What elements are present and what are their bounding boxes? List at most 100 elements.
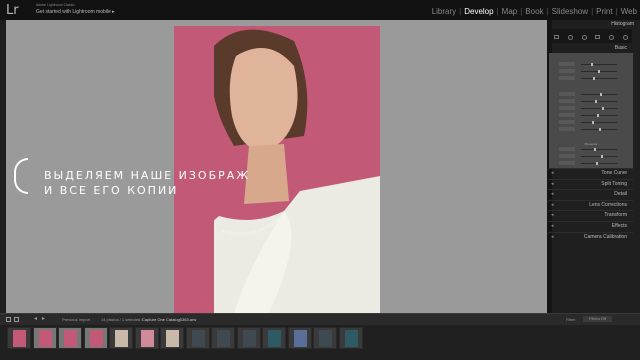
thumbnail-image (13, 330, 26, 347)
panel-header-effects[interactable]: ◂ Effects (548, 221, 633, 230)
filmstrip-thumbnail[interactable] (236, 327, 261, 349)
module-develop[interactable]: Develop (461, 7, 496, 19)
basic-slider-row[interactable] (559, 147, 629, 151)
basic-slider-row[interactable] (559, 76, 629, 80)
filmstrip-thumbnail[interactable] (160, 327, 184, 349)
expand-arrow-icon[interactable]: ◂ (551, 233, 554, 242)
slider-knob[interactable] (601, 155, 603, 158)
forward-arrow-icon[interactable]: ▸ (42, 315, 45, 322)
slider-knob[interactable] (599, 128, 601, 131)
basic-slider-row[interactable] (559, 154, 629, 158)
spot-removal-icon[interactable] (567, 34, 573, 40)
thumbnail-image (140, 330, 154, 347)
filmstrip-thumbnail[interactable] (338, 327, 363, 349)
basic-slider-row[interactable] (559, 92, 629, 96)
red-eye-icon[interactable] (581, 34, 587, 40)
panel-header-detail[interactable]: ◂ Detail (548, 189, 633, 198)
filmstrip-thumbnail[interactable] (262, 327, 286, 349)
tool-strip (550, 33, 632, 41)
mobile-promo-link[interactable]: Get started with Lightroom mobile ▸ (36, 9, 115, 15)
panel-header-transform[interactable]: ◂ Transform (548, 210, 633, 219)
slider-knob[interactable] (593, 77, 595, 80)
panel-header-label: Tone Curve (601, 170, 627, 176)
slider-label (559, 154, 575, 158)
slider-knob[interactable] (594, 148, 596, 151)
back-arrow-icon[interactable]: ◂ (34, 315, 37, 322)
slider-knob[interactable] (595, 100, 597, 103)
filmstrip-thumbnail[interactable] (313, 327, 337, 349)
slider-knob[interactable] (598, 70, 600, 73)
source-label[interactable]: Previous Import (62, 317, 90, 322)
lightroom-logo: Lr (6, 3, 19, 18)
thumbnail-image (115, 330, 128, 347)
panel-header-label: Lens Corrections (589, 201, 627, 208)
histogram-header[interactable]: Histogram (548, 20, 634, 28)
basic-slider-row[interactable] (559, 99, 629, 103)
slider-knob[interactable] (596, 162, 598, 165)
module-print[interactable]: Print (593, 7, 615, 19)
slider-label (559, 120, 575, 124)
panel-header-label: Detail (614, 191, 627, 198)
second-window-icon[interactable] (14, 317, 19, 322)
panel-header-tone-curve[interactable]: ◂ Tone Curve (548, 168, 633, 177)
module-map[interactable]: Map (499, 7, 521, 19)
basic-slider-row[interactable] (559, 113, 629, 117)
filmstrip-thumbnail[interactable] (134, 327, 159, 349)
overlay-bracket (14, 158, 28, 194)
slider-knob[interactable] (600, 93, 602, 96)
expand-arrow-icon[interactable]: ◂ (551, 169, 554, 178)
basic-slider-row[interactable] (559, 161, 629, 165)
module-book[interactable]: Book (522, 7, 546, 19)
filmstrip-thumbnail[interactable] (109, 327, 133, 349)
expand-arrow-icon[interactable]: ◂ (551, 211, 554, 220)
filmstrip-thumbnail[interactable] (32, 327, 57, 349)
top-bar: Lr Adobe Lightroom Classic Get started w… (0, 0, 640, 20)
module-slideshow[interactable]: Slideshow (549, 7, 591, 19)
panel-header-label: Camera Calibration (583, 233, 627, 240)
slider-knob[interactable] (591, 63, 593, 66)
radial-filter-icon[interactable] (608, 34, 614, 40)
expand-arrow-icon[interactable]: ◂ (551, 222, 554, 231)
slider-label (559, 147, 575, 151)
thumbnail-image (344, 330, 358, 347)
expand-arrow-icon[interactable]: ◂ (551, 190, 554, 199)
panel-header-lens-corrections[interactable]: ◂ Lens Corrections (548, 199, 633, 210)
expand-arrow-icon[interactable]: ◂ (551, 201, 554, 210)
filmstrip-thumbnail[interactable] (185, 327, 210, 349)
slider-knob[interactable] (597, 114, 599, 117)
basic-slider-row[interactable] (559, 62, 629, 66)
slider-label (559, 62, 575, 66)
brush-icon[interactable] (622, 34, 628, 40)
basic-slider-row[interactable] (559, 106, 629, 110)
module-web[interactable]: Web (618, 7, 640, 19)
slider-label (559, 113, 575, 117)
basic-panel-header[interactable]: Basic (548, 44, 633, 53)
thumbnail-image (166, 330, 179, 347)
filter-dropdown[interactable]: Filters Off (583, 316, 613, 322)
filmstrip-thumbnail[interactable] (83, 327, 108, 349)
basic-slider-row[interactable] (559, 127, 629, 131)
filmstrip-thumbnail[interactable] (58, 327, 82, 349)
filmstrip-thumbnail[interactable] (7, 327, 31, 349)
basic-slider-row[interactable] (559, 69, 629, 73)
module-library[interactable]: Library (429, 7, 459, 19)
thumbnail-image (217, 330, 230, 347)
panel-header-label: Transform (604, 212, 627, 219)
panel-header-camera-calibration[interactable]: ◂ Camera Calibration (548, 231, 633, 242)
overlay-caption-line1: ВЫДЕЛЯЕМ НАШЕ ИЗОБРАЖ (44, 169, 251, 182)
thumbnail-image (191, 330, 205, 347)
filmstrip-thumbnail[interactable] (287, 327, 312, 349)
slider-knob[interactable] (602, 107, 604, 110)
expand-arrow-icon[interactable]: ◂ (551, 180, 554, 189)
grid-view-icon[interactable] (6, 317, 11, 322)
presence-subheader: Presence (584, 142, 598, 146)
crop-tool-icon[interactable] (554, 35, 560, 39)
filmstrip-thumbnail[interactable] (211, 327, 235, 349)
slider-knob[interactable] (592, 121, 594, 124)
thumbnail-image (268, 330, 281, 347)
graduated-filter-icon[interactable] (595, 35, 601, 39)
basic-slider-row[interactable] (559, 120, 629, 124)
slider-label (559, 127, 575, 131)
panel-header-label: Effects (611, 223, 627, 229)
panel-header-split-toning[interactable]: ◂ Split Toning (548, 178, 633, 189)
